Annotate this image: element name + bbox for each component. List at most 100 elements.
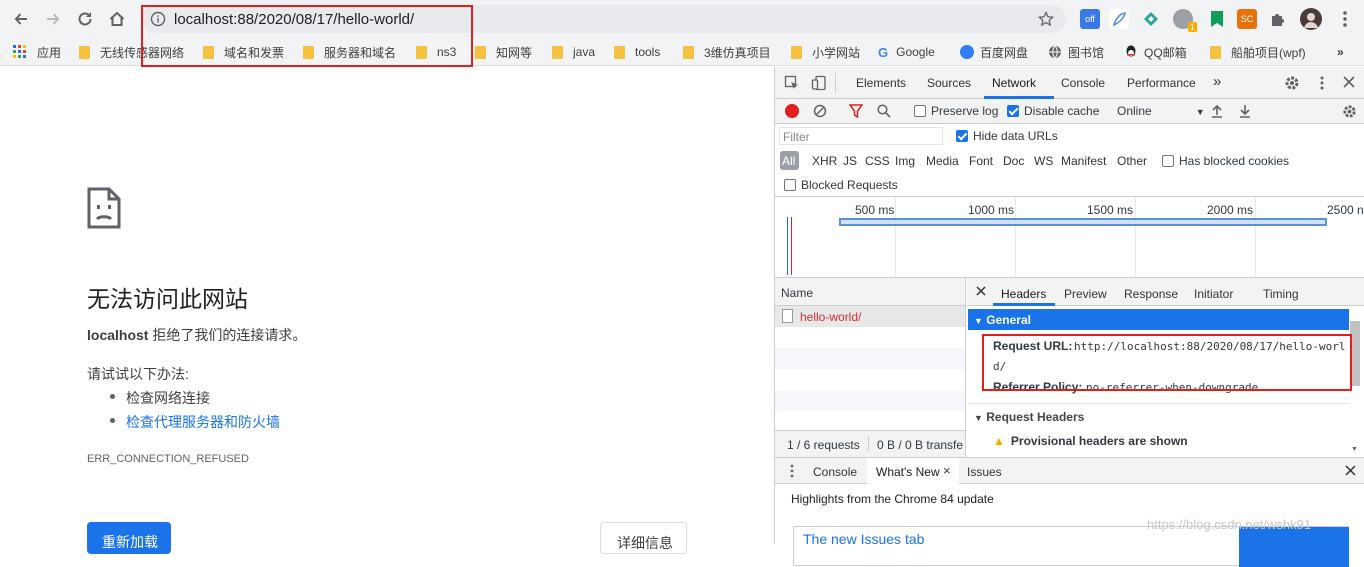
bookmark-apps[interactable]: 应用 [13,43,61,61]
clear-icon[interactable] [813,104,827,118]
bookmark-folder[interactable]: 3维仿真项目 [683,43,771,61]
timeline-tick: 2500 n [1327,203,1364,217]
filter-type-font[interactable]: Font [969,154,993,168]
disable-cache-checkbox[interactable]: Disable cache [1007,104,1099,118]
bookmark-folder[interactable]: java [552,43,595,61]
bookmark-folder[interactable]: 小学网站 [791,43,860,61]
tab-sources[interactable]: Sources [927,76,971,90]
name-column-header[interactable]: Name [775,278,966,306]
timeline-tick: 500 ms [855,203,895,217]
error-page: 无法访问此网站 localhost 拒绝了我们的连接请求。 请试试以下办法: 检… [0,67,774,554]
bookmark-folder[interactable]: 船舶项目(wpf) [1210,43,1306,61]
folder-icon [552,45,563,59]
bookmark-baidu-pan[interactable]: 百度网盘 [960,43,1028,61]
sc-icon[interactable]: SC [1237,9,1257,29]
search-icon[interactable] [877,104,891,118]
has-blocked-cookies-checkbox[interactable]: Has blocked cookies [1162,154,1289,168]
suggestion-check-network: 检查网络连接 [126,390,210,406]
request-headers-section[interactable]: ▼ Request Headers [974,410,1084,424]
filter-type-media[interactable]: Media [926,154,959,168]
general-section-header[interactable]: ▼ General [968,309,1349,330]
devtools-panel: Elements Sources Network Console Perform… [774,67,1364,567]
tab-network[interactable]: Network [992,76,1036,90]
bookmark-qq-mail[interactable]: QQ邮箱 [1124,43,1187,61]
feather-icon[interactable] [1109,9,1129,29]
folder-icon [791,45,802,59]
divider [835,73,836,93]
news-card[interactable]: The new Issues tab [793,526,1349,567]
suggestion-check-proxy-link[interactable]: 检查代理服务器和防火墙 [126,412,280,432]
drawer-menu-icon[interactable] [790,464,794,478]
filter-type-other[interactable]: Other [1117,154,1147,168]
news-image [1239,527,1349,567]
bookmark-folder[interactable]: tools [614,43,660,61]
request-timeline-bar [839,218,1327,226]
blocked-requests-checkbox[interactable]: Blocked Requests [784,178,898,192]
settings-icon[interactable] [1284,75,1300,91]
bookmark-green-icon[interactable] [1207,9,1227,29]
tab-headers[interactable]: Headers [1001,287,1046,301]
warning-icon: ▲ [993,434,1005,448]
bullet [110,394,115,399]
whats-new-highlights: Highlights from the Chrome 84 update [791,492,994,506]
highlight-box [141,5,473,67]
request-row[interactable]: hello-world/ [775,306,966,327]
reload-button[interactable]: 重新加载 [87,522,171,554]
tab-console[interactable]: Console [1061,76,1105,90]
menu-icon[interactable] [1333,7,1357,31]
home-icon[interactable] [105,7,129,31]
filter-type-img[interactable]: Img [895,154,915,168]
tab-performance[interactable]: Performance [1127,76,1196,90]
drawer-tab-issues[interactable]: Issues [967,465,1002,479]
tab-preview[interactable]: Preview [1064,287,1107,301]
filter-type-js[interactable]: JS [843,154,857,168]
reload-icon[interactable] [73,7,97,31]
import-har-icon[interactable] [1211,104,1223,118]
profile-avatar[interactable] [1300,8,1322,30]
export-har-icon[interactable] [1239,104,1251,118]
device-toolbar-icon[interactable] [811,75,827,91]
hide-data-urls-checkbox[interactable]: Hide data URLs [956,129,1058,143]
close-tab-icon[interactable]: × [943,463,951,478]
detail-tab-bar: Headers Preview Response Initiator Timin… [967,278,1364,306]
close-devtools-icon[interactable] [1343,76,1355,88]
preserve-log-checkbox[interactable]: Preserve log [914,104,998,118]
filter-type-manifest[interactable]: Manifest [1061,154,1106,168]
back-icon[interactable] [9,7,33,31]
diamond-icon[interactable] [1141,9,1161,29]
watermark: https://blog.csdn.net/wshk91 [1147,517,1312,532]
record-icon[interactable] [785,104,799,118]
filter-type-all[interactable]: All [780,151,799,170]
extension-off-icon[interactable]: off [1080,9,1100,29]
folder-icon [614,45,625,59]
drawer-tab-console[interactable]: Console [813,465,857,479]
puzzle-icon[interactable] [1268,9,1288,29]
close-drawer-icon[interactable] [1345,465,1356,476]
bookmark-folder[interactable]: 知网等 [475,43,532,61]
filter-type-xhr[interactable]: XHR [812,154,837,168]
scroll-down-icon[interactable]: ▼ [1351,446,1358,453]
throttling-select[interactable]: Online ▼ [1117,104,1205,118]
inspect-icon[interactable] [784,75,800,91]
tab-timing[interactable]: Timing [1263,287,1299,301]
filter-type-ws[interactable]: WS [1034,154,1053,168]
bookmark-library[interactable]: 图书馆 [1048,43,1104,61]
tab-initiator[interactable]: Initiator [1194,287,1233,301]
tab-elements[interactable]: Elements [856,76,906,90]
filter-type-doc[interactable]: Doc [1003,154,1024,168]
network-settings-icon[interactable] [1342,104,1357,119]
drawer-tab-whats-new[interactable]: What's New × [867,458,959,485]
filter-input[interactable]: Filter [779,127,943,145]
star-icon[interactable] [1038,11,1054,27]
bookmark-google[interactable]: G Google [878,43,935,61]
badge-icon[interactable]: 1 [1173,9,1197,32]
forward-icon[interactable] [41,7,65,31]
filter-type-css[interactable]: CSS [865,154,890,168]
bookmarks-overflow-icon[interactable]: » [1337,43,1344,61]
more-tabs-icon[interactable]: » [1213,73,1221,90]
details-button[interactable]: 详细信息 [600,522,687,554]
more-options-icon[interactable] [1319,75,1325,91]
filter-icon[interactable] [849,104,863,118]
close-detail-icon[interactable] [976,286,986,296]
tab-response[interactable]: Response [1124,287,1178,301]
